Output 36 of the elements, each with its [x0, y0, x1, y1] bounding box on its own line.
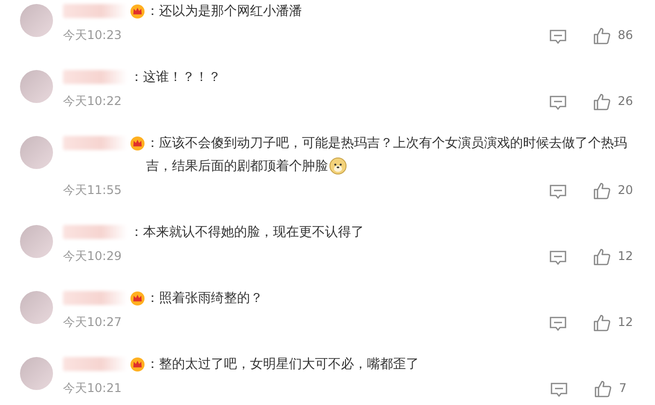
comment-time: 今天10:22	[63, 92, 122, 110]
comment-text: ：应该不会傻到动刀子吧，可能是热玛吉？上次有个女演员演戏的时候去做了个热玛吉，结果后面的剧都顶着个肿脸	[146, 135, 628, 178]
comment-time: 今天10:21	[63, 380, 122, 396]
thumbs-up-icon[interactable]	[594, 380, 612, 398]
comment-time: 今天10:23	[63, 26, 122, 44]
comment-icon[interactable]	[548, 29, 567, 45]
comment-text: ：照着张雨绮整的？	[146, 290, 264, 308]
thumbs-up-icon[interactable]	[592, 314, 611, 332]
like-count: 12	[618, 249, 633, 263]
comment-text: ：还以为是那个网红小潘潘	[146, 3, 303, 21]
comment-icon[interactable]	[548, 184, 567, 200]
thumbs-up-icon[interactable]	[592, 182, 611, 200]
avatar-placeholder[interactable]	[20, 225, 53, 258]
like-count: 26	[618, 94, 633, 108]
avatar-placeholder[interactable]	[20, 291, 53, 324]
like-count: 7	[619, 381, 628, 395]
thumbs-up-icon[interactable]	[592, 248, 611, 266]
comment-time: 今天11:55	[63, 182, 122, 198]
like-count: 86	[618, 28, 633, 42]
comment-icon[interactable]	[550, 382, 568, 398]
comment-text: ：整的太过了吧，女明星们大可不必，嘴都歪了	[146, 356, 420, 374]
comment-text: ：本来就认不得她的脸，现在更不认得了	[130, 224, 365, 242]
thumbs-up-icon[interactable]	[592, 27, 611, 45]
thumbs-up-icon[interactable]	[592, 93, 611, 111]
like-count: 12	[618, 315, 633, 329]
avatar-placeholder[interactable]	[20, 357, 53, 390]
comment-time: 今天10:27	[63, 314, 122, 330]
avatar-placeholder[interactable]	[20, 4, 53, 37]
comment-icon[interactable]	[548, 316, 567, 332]
comment-text: ：这谁！？！？	[130, 69, 222, 87]
avatar-placeholder[interactable]	[20, 136, 53, 169]
comment-icon[interactable]	[548, 95, 567, 111]
comment-icon[interactable]	[548, 250, 567, 266]
comment-time: 今天10:29	[63, 248, 122, 264]
avatar-placeholder[interactable]	[20, 70, 53, 103]
like-count: 20	[618, 183, 633, 197]
